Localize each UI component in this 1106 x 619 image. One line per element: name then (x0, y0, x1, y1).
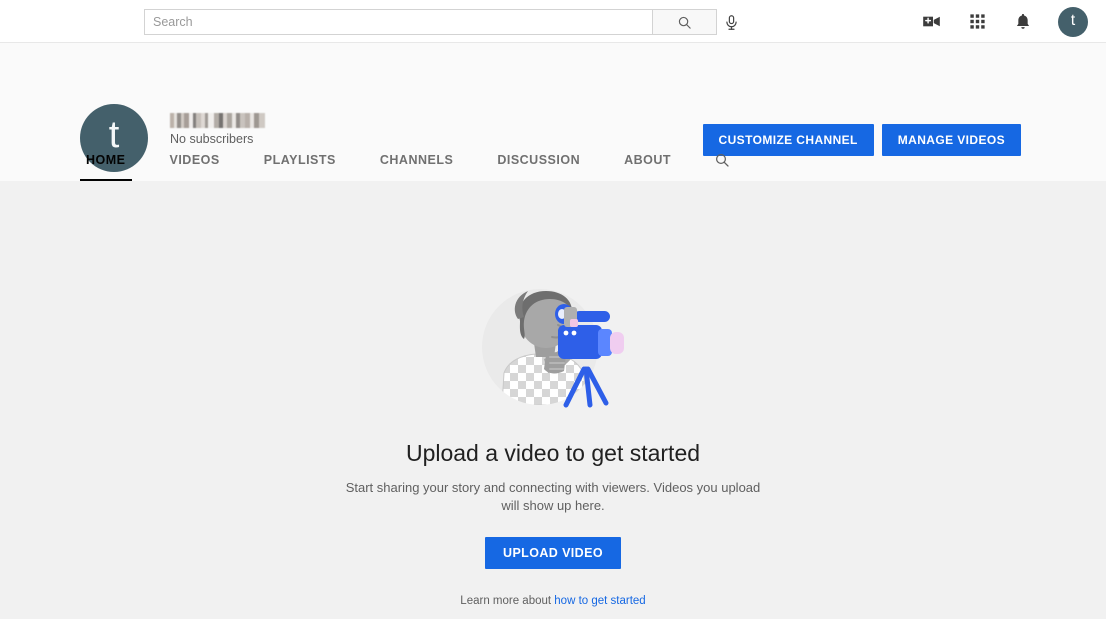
account-avatar[interactable]: t (1058, 7, 1088, 37)
empty-state-container: Upload a video to get started Start shar… (0, 181, 1106, 619)
microphone-icon (723, 14, 740, 31)
tab-channels[interactable]: CHANNELS (374, 139, 459, 181)
tab-home[interactable]: HOME (80, 139, 132, 181)
search-submit-button[interactable] (652, 9, 717, 35)
search-bar (144, 9, 717, 35)
tab-videos[interactable]: VIDEOS (164, 139, 226, 181)
notifications-bell-icon[interactable] (1012, 11, 1034, 33)
empty-state-title: Upload a video to get started (406, 440, 700, 467)
upload-video-button[interactable]: UPLOAD VIDEO (485, 537, 621, 569)
manage-videos-button[interactable]: MANAGE VIDEOS (882, 124, 1021, 156)
empty-state-description: Start sharing your story and connecting … (343, 479, 763, 515)
masthead: t (0, 0, 1106, 43)
tab-playlists[interactable]: PLAYLISTS (258, 139, 342, 181)
search-input[interactable] (144, 9, 652, 35)
learn-more-prefix: Learn more about (460, 595, 554, 607)
search-icon (677, 15, 692, 30)
tab-about[interactable]: ABOUT (618, 139, 677, 181)
channel-action-buttons: CUSTOMIZE CHANNEL MANAGE VIDEOS (703, 124, 1021, 156)
channel-header: t No subscribers CUSTOMIZE CHANNEL MANAG… (0, 43, 1106, 181)
learn-more-text: Learn more about how to get started (460, 595, 645, 607)
create-video-icon[interactable] (920, 11, 942, 33)
tab-discussion[interactable]: DISCUSSION (491, 139, 586, 181)
search-icon (714, 152, 730, 168)
channel-tabs: HOME VIDEOS PLAYLISTS CHANNELS DISCUSSIO… (80, 139, 735, 181)
how-to-get-started-link[interactable]: how to get started (554, 595, 645, 607)
person-with-video-camera-illustration (478, 277, 628, 422)
voice-search-button[interactable] (718, 9, 744, 35)
apps-grid-icon[interactable] (966, 11, 988, 33)
channel-search-button[interactable] (709, 139, 735, 181)
masthead-icon-group: t (920, 0, 1088, 43)
channel-name-redacted (170, 113, 265, 128)
